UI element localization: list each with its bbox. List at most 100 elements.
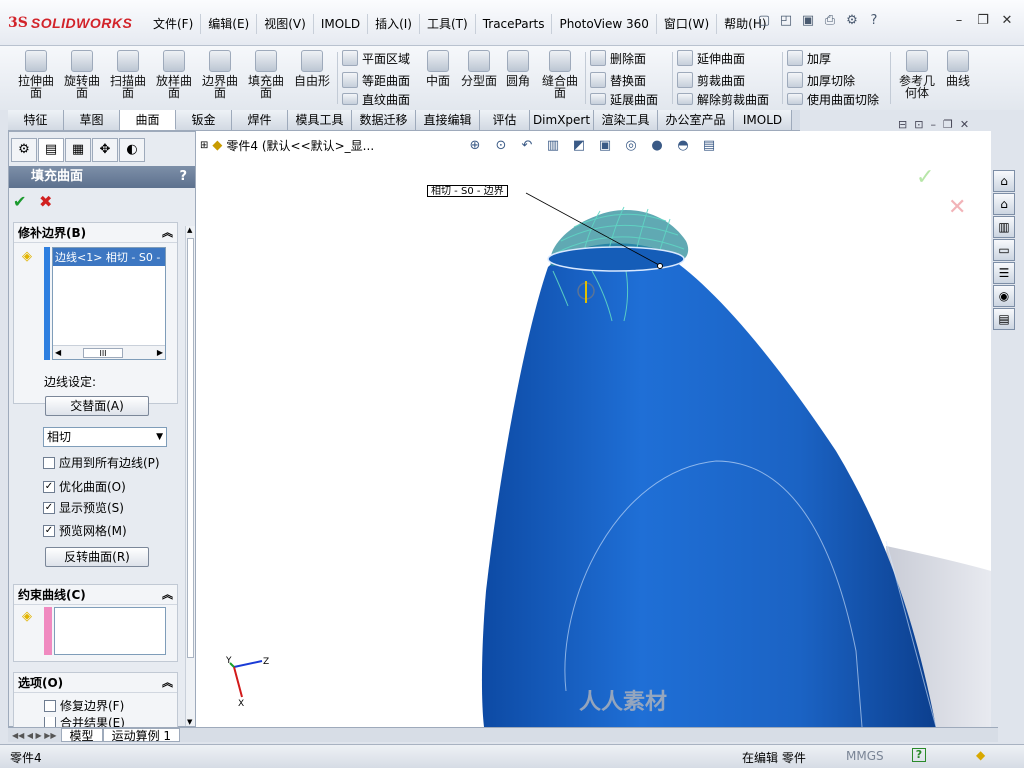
optimize-surface-checkbox[interactable]: ✓ 优化曲面(O) — [43, 478, 126, 495]
menu-insert[interactable]: 插入(I) — [367, 14, 419, 34]
replace-face-button[interactable]: 替换面 — [590, 70, 646, 90]
fix-boundary-checkbox[interactable]: 修复边界(F) — [44, 697, 124, 714]
display-style-icon[interactable]: ▣ — [596, 137, 614, 155]
appearances-icon[interactable]: ◉ — [993, 285, 1015, 307]
checkbox-box[interactable] — [43, 456, 55, 469]
section-view-icon[interactable]: ▥ — [544, 137, 562, 155]
doc-cascade-icon[interactable]: ⊡ — [914, 118, 923, 131]
untrim-surface-button[interactable]: 解除剪裁曲面 — [677, 92, 769, 107]
loft-surface-button[interactable]: 放样曲 面 — [152, 50, 196, 99]
checkbox-box[interactable] — [44, 717, 56, 727]
checkbox-box-checked[interactable]: ✓ — [43, 480, 55, 493]
delete-face-button[interactable]: 删除面 — [590, 48, 646, 68]
show-preview-checkbox[interactable]: ✓ 显示预览(S) — [43, 499, 124, 516]
checkbox-box-checked[interactable]: ✓ — [43, 524, 55, 537]
callout-label[interactable]: 相切 - S0 - 边界 — [427, 185, 508, 197]
checkbox-box[interactable] — [44, 699, 56, 712]
ruled-surface-button[interactable]: 直纹曲面 — [342, 92, 410, 107]
scroll-thumb[interactable]: III — [83, 348, 123, 358]
help-button[interactable]: ? — [179, 166, 187, 188]
menu-view[interactable]: 视图(V) — [256, 14, 313, 34]
checkbox-box-checked[interactable]: ✓ — [43, 501, 55, 514]
revolve-surface-button[interactable]: 旋转曲 面 — [60, 50, 104, 99]
boundary-surface-button[interactable]: 边界曲 面 — [198, 50, 242, 99]
tab-motion-study[interactable]: 运动算例 1 — [102, 728, 181, 743]
display-manager-tab-icon[interactable]: ◐ — [119, 138, 145, 162]
minimize-icon[interactable]: – — [950, 12, 968, 30]
tab-weldments[interactable]: 焊件 — [232, 110, 288, 130]
menu-photoview[interactable]: PhotoView 360 — [551, 14, 655, 34]
new-document-icon[interactable]: ▢ — [756, 12, 772, 30]
save-icon[interactable]: ▣ — [800, 12, 816, 30]
status-help-icon[interactable]: ? — [912, 748, 926, 762]
view-orientation-icon[interactable]: ◩ — [570, 137, 588, 155]
menu-file[interactable]: 文件(F) — [146, 14, 200, 34]
menu-window[interactable]: 窗口(W) — [655, 14, 716, 34]
thicken-cut-button[interactable]: 加厚切除 — [787, 70, 855, 90]
sweep-surface-button[interactable]: 扫描曲 面 — [106, 50, 150, 99]
scroll-up-icon[interactable]: ▲ — [187, 226, 192, 234]
tab-direct-editing[interactable]: 直接编辑 — [416, 110, 480, 130]
freeform-button[interactable]: 自由形 — [290, 50, 334, 87]
custom-properties-icon[interactable]: ▤ — [993, 308, 1015, 330]
print-icon[interactable]: ⎙ — [822, 12, 838, 30]
scroll-thumb[interactable] — [187, 238, 194, 658]
midsurface-button[interactable]: 中面 — [418, 50, 458, 87]
apply-scene-icon[interactable]: ◓ — [674, 137, 692, 155]
fillet-button[interactable]: 圆角 — [500, 50, 536, 87]
design-library-icon[interactable]: ▥ — [993, 216, 1015, 238]
contact-type-select[interactable]: 相切 ▼ — [43, 427, 167, 447]
tab-data-migration[interactable]: 数据迁移 — [352, 110, 416, 130]
collapse-chevron-icon[interactable]: ︽ — [162, 585, 173, 605]
scroll-down-icon[interactable]: ▼ — [187, 718, 192, 726]
listbox-hscroll[interactable]: ◀ III ▶ — [53, 345, 165, 359]
thicken-button[interactable]: 加厚 — [787, 48, 831, 68]
alternate-face-button[interactable]: 交替面(A) — [45, 396, 149, 416]
trim-surface-button[interactable]: 剪裁曲面 — [677, 70, 745, 90]
configuration-manager-tab-icon[interactable]: ▦ — [65, 138, 91, 162]
menu-traceparts[interactable]: TraceParts — [474, 14, 552, 34]
tab-scroll-arrows-icon[interactable]: ◀◀ ◀ ▶ ▶▶ — [8, 731, 61, 740]
constraint-curves-listbox[interactable] — [54, 607, 166, 655]
menu-imold[interactable]: IMOLD — [312, 14, 367, 34]
menu-edit[interactable]: 编辑(E) — [200, 14, 256, 34]
part-tree-label[interactable]: 零件4 (默认<<默认>_显... — [226, 137, 374, 154]
tab-render-tools[interactable]: 渲染工具 — [594, 110, 658, 130]
scroll-left-icon[interactable]: ◀ — [55, 346, 61, 360]
boundary-edge-item[interactable]: 边线<1> 相切 - S0 - — [53, 248, 165, 266]
menu-tools[interactable]: 工具(T) — [418, 14, 475, 34]
edit-appearance-icon[interactable]: ● — [648, 137, 666, 155]
apply-all-edges-checkbox[interactable]: 应用到所有边线(P) — [43, 454, 160, 471]
extend-surface-button[interactable]: 延伸曲面 — [677, 48, 745, 68]
scroll-right-icon[interactable]: ▶ — [157, 346, 163, 360]
dimxpert-manager-tab-icon[interactable]: ✥ — [92, 138, 118, 162]
surface-cut-button[interactable]: 使用曲面切除 — [787, 92, 879, 107]
options-icon[interactable]: ⚙ — [844, 12, 860, 30]
options-header[interactable]: 选项(O) ︽ — [14, 673, 177, 693]
hide-show-icon[interactable]: ◎ — [622, 137, 640, 155]
collapse-chevron-icon[interactable]: ︽ — [162, 673, 173, 693]
extrude-surface-button[interactable]: 拉伸曲 面 — [14, 50, 58, 99]
fill-surface-button[interactable]: 填充曲 面 — [244, 50, 288, 99]
doc-tile-icon[interactable]: ⊟ — [898, 118, 907, 131]
zoom-to-fit-icon[interactable]: ⊕ — [466, 137, 484, 155]
reference-geometry-button[interactable]: 参考几 何体 — [894, 50, 940, 99]
help-question-icon[interactable]: ? — [866, 12, 882, 30]
graphics-area[interactable]: Z X Y 人人素材 相切 - S0 - 边界 ⊞ ◆ 零件4 (默认<<默认>… — [196, 131, 991, 727]
knit-surface-button[interactable]: 缝合曲 面 — [538, 50, 582, 99]
home-icon[interactable]: ⌂ — [993, 193, 1015, 215]
constraint-curves-header[interactable]: 约束曲线(C) ︽ — [14, 585, 177, 605]
tab-model[interactable]: 模型 — [60, 728, 103, 743]
curves-button[interactable]: 曲线 — [940, 50, 976, 87]
status-tag-icon[interactable]: ◆ — [976, 748, 985, 762]
panel-scrollbar[interactable]: ▲ ▼ — [185, 226, 195, 726]
doc-close-icon[interactable]: ✕ — [960, 118, 969, 131]
doc-minimize-icon[interactable]: – — [930, 118, 936, 131]
extend-surface-alt-button[interactable]: 延展曲面 — [590, 92, 658, 107]
solidworks-resources-icon[interactable]: ⌂ — [993, 170, 1015, 192]
collapse-chevron-icon[interactable]: ︽ — [162, 223, 173, 243]
confirm-cancel-icon[interactable]: ✕ — [948, 195, 966, 220]
tab-sheet-metal[interactable]: 钣金 — [176, 110, 232, 130]
previous-view-icon[interactable]: ↶ — [518, 137, 536, 155]
parting-surface-button[interactable]: 分型面 — [458, 50, 500, 87]
